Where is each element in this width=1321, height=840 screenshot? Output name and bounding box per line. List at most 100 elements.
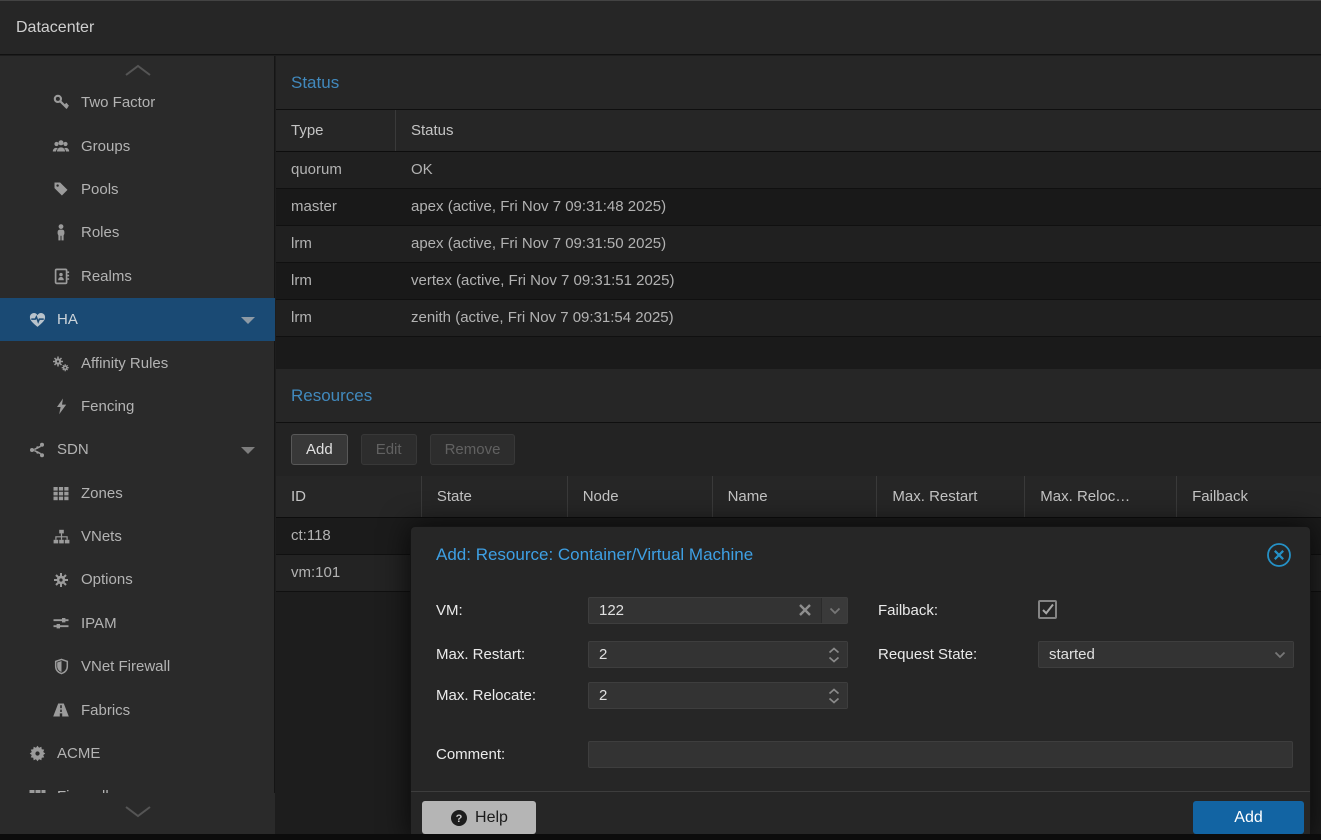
sidebar-item-fabrics[interactable]: Fabrics [0, 688, 275, 731]
resources-table-header: ID State Node Name Max. Restart Max. Rel… [276, 476, 1321, 518]
sidebar-item-vnet-firewall[interactable]: VNet Firewall [0, 645, 275, 688]
max-relocate-value: 2 [599, 687, 607, 704]
sidebar-scroll-down[interactable] [0, 793, 275, 840]
dialog-footer-divider [411, 791, 1310, 792]
sidebar-nav: Two Factor Groups Pools Roles Realms [0, 81, 275, 819]
sidebar-item-two-factor[interactable]: Two Factor [0, 81, 275, 124]
vm-combobox[interactable]: 122 [588, 597, 848, 624]
sidebar-item-label: HA [57, 311, 78, 328]
sidebar-item-label: Realms [81, 268, 132, 285]
close-icon[interactable] [1266, 542, 1292, 568]
column-header-state[interactable]: State [422, 476, 568, 517]
spinner-arrows-icon[interactable] [821, 683, 847, 708]
sidebar-item-label: Groups [81, 138, 130, 155]
spinner-arrows-icon[interactable] [821, 642, 847, 667]
sidebar-scroll-up[interactable] [0, 58, 275, 82]
status-table-body: quorum OK master apex (active, Fri Nov 7… [276, 152, 1321, 337]
failback-checkbox[interactable] [1038, 600, 1057, 619]
resources-panel-title: Resources [276, 369, 1321, 423]
sidebar-item-label: VNet Firewall [81, 658, 170, 675]
sidebar: Two Factor Groups Pools Roles Realms [0, 56, 275, 840]
add-button[interactable]: Add [291, 434, 348, 465]
heartbeat-icon [26, 311, 48, 328]
cell-status: vertex (active, Fri Nov 7 09:31:51 2025) [396, 263, 1321, 299]
column-header-status[interactable]: Status [396, 110, 1321, 151]
sidebar-item-label: ACME [57, 745, 100, 762]
sidebar-item-groups[interactable]: Groups [0, 124, 275, 167]
address-book-icon [50, 268, 72, 285]
comment-input[interactable] [588, 741, 1293, 768]
cell-id: vm:101 [276, 555, 422, 591]
failback-label: Failback: [878, 597, 938, 624]
question-icon: ? [450, 809, 468, 827]
cell-type: lrm [276, 263, 396, 299]
cell-status: apex (active, Fri Nov 7 09:31:50 2025) [396, 226, 1321, 262]
help-button[interactable]: ? Help [422, 801, 536, 834]
person-icon [50, 224, 72, 241]
sidebar-item-acme[interactable]: ACME [0, 732, 275, 775]
sidebar-item-label: Affinity Rules [81, 355, 168, 372]
max-restart-label: Max. Restart: [436, 641, 525, 668]
max-relocate-spinner[interactable]: 2 [588, 682, 848, 709]
column-header-max-restart[interactable]: Max. Restart [877, 476, 1025, 517]
chevron-down-icon[interactable] [821, 598, 847, 623]
table-row[interactable]: master apex (active, Fri Nov 7 09:31:48 … [276, 189, 1321, 226]
sidebar-item-label: Pools [81, 181, 119, 198]
sidebar-item-roles[interactable]: Roles [0, 211, 275, 254]
column-header-type[interactable]: Type [276, 110, 396, 151]
sidebar-item-ipam[interactable]: IPAM [0, 602, 275, 645]
chevron-down-icon[interactable] [1267, 642, 1293, 667]
dialog-add-button[interactable]: Add [1193, 801, 1304, 834]
sidebar-item-pools[interactable]: Pools [0, 168, 275, 211]
sidebar-item-zones[interactable]: Zones [0, 472, 275, 515]
road-icon [50, 702, 72, 718]
sidebar-item-sdn[interactable]: SDN [0, 428, 275, 471]
sidebar-item-label: VNets [81, 528, 122, 545]
column-header-id[interactable]: ID [276, 476, 422, 517]
column-header-max-relocate[interactable]: Max. Reloc… [1025, 476, 1177, 517]
sidebar-item-label: Two Factor [81, 94, 155, 111]
svg-text:?: ? [456, 813, 463, 825]
edit-button[interactable]: Edit [361, 434, 417, 465]
chevron-up-icon [0, 62, 275, 78]
cell-type: quorum [276, 152, 396, 188]
gears-icon [50, 355, 72, 372]
users-icon [50, 138, 72, 154]
clear-icon[interactable] [796, 601, 814, 619]
table-row[interactable]: lrm vertex (active, Fri Nov 7 09:31:51 2… [276, 263, 1321, 300]
sidebar-item-fencing[interactable]: Fencing [0, 385, 275, 428]
table-row[interactable]: lrm zenith (active, Fri Nov 7 09:31:54 2… [276, 300, 1321, 337]
sidebar-item-realms[interactable]: Realms [0, 255, 275, 298]
status-panel-title: Status [276, 56, 1321, 110]
tags-icon [50, 181, 72, 197]
table-row[interactable]: lrm apex (active, Fri Nov 7 09:31:50 202… [276, 226, 1321, 263]
table-row[interactable]: quorum OK [276, 152, 1321, 189]
sidebar-item-ha[interactable]: HA [0, 298, 275, 341]
max-restart-spinner[interactable]: 2 [588, 641, 848, 668]
dialog-title: Add: Resource: Container/Virtual Machine [436, 527, 753, 582]
request-state-label: Request State: [878, 641, 977, 668]
column-header-node[interactable]: Node [568, 476, 713, 517]
bolt-icon [50, 398, 72, 415]
cell-status: OK [396, 152, 1321, 188]
column-header-failback[interactable]: Failback [1177, 476, 1321, 517]
column-header-name[interactable]: Name [713, 476, 878, 517]
panel-gap [276, 337, 1321, 369]
chevron-down-icon[interactable] [241, 317, 255, 324]
vm-value: 122 [599, 602, 624, 619]
sidebar-item-label: Zones [81, 485, 123, 502]
top-header: Datacenter [0, 0, 1321, 55]
sliders-icon [50, 616, 72, 631]
bottom-edge [0, 834, 1321, 840]
chevron-down-icon[interactable] [241, 447, 255, 454]
sidebar-item-affinity-rules[interactable]: Affinity Rules [0, 341, 275, 384]
sidebar-item-options[interactable]: Options [0, 558, 275, 601]
remove-button[interactable]: Remove [430, 434, 516, 465]
request-state-select[interactable]: started [1038, 641, 1294, 668]
sidebar-item-vnets[interactable]: VNets [0, 515, 275, 558]
request-state-value: started [1049, 646, 1095, 663]
cell-type: lrm [276, 226, 396, 262]
checkmark-icon [1041, 603, 1055, 616]
chevron-down-icon [0, 803, 275, 819]
cell-id: ct:118 [276, 518, 422, 554]
